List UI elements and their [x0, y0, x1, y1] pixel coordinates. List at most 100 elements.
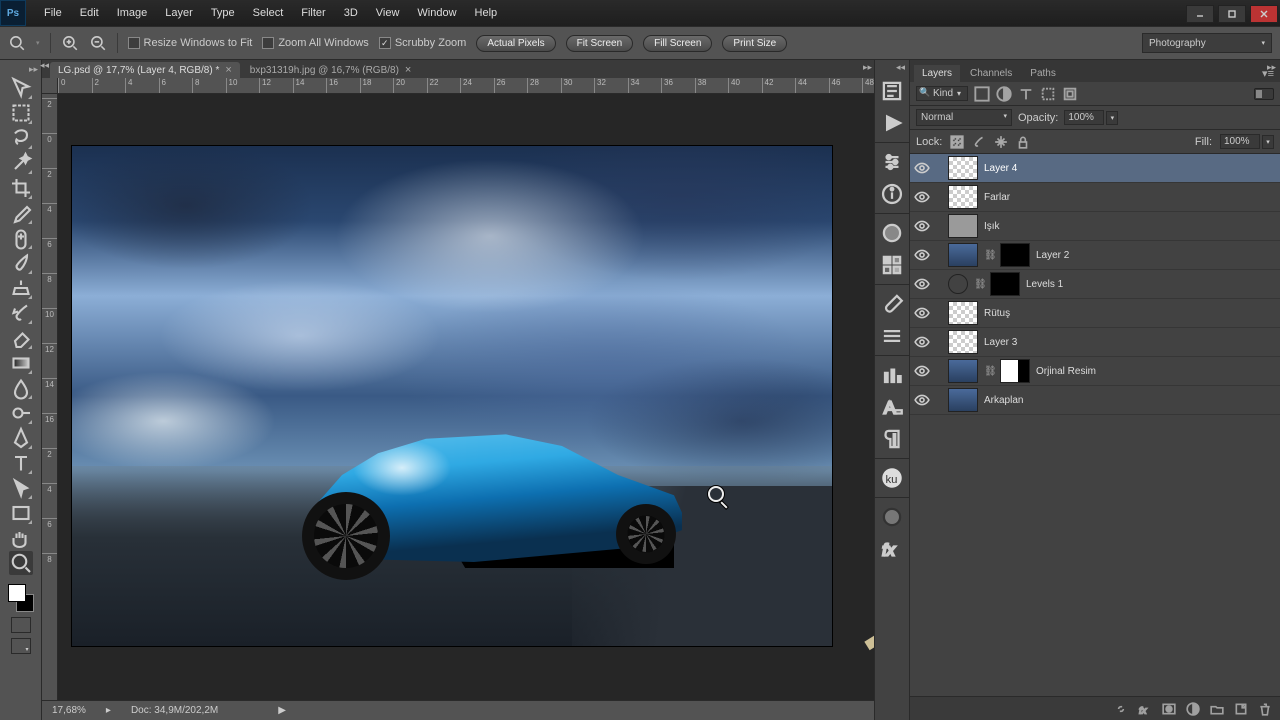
filter-adjustment-icon[interactable]: [996, 86, 1012, 102]
rectangle-tool[interactable]: [9, 501, 33, 525]
pen-tool[interactable]: [9, 426, 33, 450]
paragraph-panel-icon[interactable]: [879, 426, 905, 452]
visibility-icon[interactable]: [914, 334, 930, 350]
fill-screen-button[interactable]: Fill Screen: [643, 35, 712, 52]
document-tab[interactable]: LG.psd @ 17,7% (Layer 4, RGB/8) *×: [50, 62, 240, 78]
layer-row[interactable]: Işık: [910, 212, 1280, 241]
collapse-dock-icon[interactable]: ◂◂: [896, 62, 905, 73]
layer-thumbnail[interactable]: [948, 359, 978, 383]
lock-image-icon[interactable]: [972, 135, 986, 149]
canvas[interactable]: [58, 94, 874, 700]
layer-name[interactable]: Rütuş: [984, 308, 1010, 319]
adjustments-panel-icon[interactable]: [879, 362, 905, 388]
menu-file[interactable]: File: [36, 3, 70, 23]
menu-image[interactable]: Image: [109, 3, 156, 23]
fill-input[interactable]: 100%: [1220, 134, 1260, 149]
actual-pixels-button[interactable]: Actual Pixels: [476, 35, 555, 52]
path-selection-tool[interactable]: [9, 476, 33, 500]
visibility-icon[interactable]: [914, 160, 930, 176]
visibility-icon[interactable]: [914, 247, 930, 263]
visibility-icon[interactable]: [914, 218, 930, 234]
layer-row[interactable]: ⛓Levels 1: [910, 270, 1280, 299]
panel-tab-layers[interactable]: Layers: [914, 65, 960, 82]
crop-tool[interactable]: [9, 176, 33, 200]
layer-fx-icon[interactable]: fx: [1138, 702, 1152, 716]
document-tab[interactable]: bxp31319h.jpg @ 16,7% (RGB/8)×: [242, 62, 420, 78]
collapse-panels-icon[interactable]: ▸▸: [1267, 62, 1276, 73]
visibility-icon[interactable]: [914, 305, 930, 321]
filter-pixel-icon[interactable]: [974, 86, 990, 102]
maximize-button[interactable]: [1218, 5, 1246, 23]
layer-name[interactable]: Işık: [984, 221, 1000, 232]
filter-kind-select[interactable]: Kind: [916, 86, 968, 101]
lock-position-icon[interactable]: [994, 135, 1008, 149]
type-tool[interactable]: [9, 451, 33, 475]
actions-panel-icon[interactable]: [879, 110, 905, 136]
zoom-in-icon[interactable]: [61, 34, 79, 52]
visibility-icon[interactable]: [914, 189, 930, 205]
layer-name[interactable]: Levels 1: [1026, 279, 1063, 290]
brush-tool[interactable]: [9, 251, 33, 275]
marquee-tool[interactable]: [9, 101, 33, 125]
swatches-panel-icon[interactable]: [879, 252, 905, 278]
layer-thumbnail[interactable]: [948, 214, 978, 238]
menu-edit[interactable]: Edit: [72, 3, 107, 23]
panel-tab-channels[interactable]: Channels: [962, 65, 1020, 82]
ruler-horizontal[interactable]: 0246810121416182022242628303234363840424…: [58, 78, 874, 94]
menu-help[interactable]: Help: [467, 3, 506, 23]
expand-panels-icon[interactable]: ▸▸: [863, 62, 872, 73]
gradient-tool[interactable]: [9, 351, 33, 375]
dodge-tool[interactable]: [9, 401, 33, 425]
menu-view[interactable]: View: [368, 3, 408, 23]
screen-mode-button[interactable]: ▾: [11, 638, 31, 654]
fit-screen-button[interactable]: Fit Screen: [566, 35, 634, 52]
lasso-tool[interactable]: [9, 126, 33, 150]
workspace-switcher[interactable]: Photography▾: [1142, 33, 1272, 53]
filter-toggle[interactable]: [1254, 88, 1274, 100]
layer-name[interactable]: Farlar: [984, 192, 1010, 203]
kuler-panel-icon[interactable]: ku: [879, 465, 905, 491]
layer-row[interactable]: ⛓Orjinal Resim: [910, 357, 1280, 386]
character-panel-icon[interactable]: A: [879, 394, 905, 420]
ruler-vertical[interactable]: 202468101214162468: [42, 94, 58, 700]
layer-thumbnail[interactable]: [948, 243, 978, 267]
filter-shape-icon[interactable]: [1040, 86, 1056, 102]
fx-panel-icon[interactable]: fx: [879, 536, 905, 562]
styles-panel-icon[interactable]: [879, 504, 905, 530]
new-adjustment-icon[interactable]: [1186, 702, 1200, 716]
properties-panel-icon[interactable]: [879, 149, 905, 175]
lock-transparency-icon[interactable]: [950, 135, 964, 149]
clone-stamp-tool[interactable]: [9, 276, 33, 300]
layer-row[interactable]: Farlar: [910, 183, 1280, 212]
print-size-button[interactable]: Print Size: [722, 35, 787, 52]
resize-windows-checkbox[interactable]: Resize Windows to Fit: [128, 37, 253, 49]
layer-row[interactable]: Arkaplan: [910, 386, 1280, 415]
layer-thumbnail[interactable]: [948, 330, 978, 354]
layer-row[interactable]: Rütuş: [910, 299, 1280, 328]
fill-flyout[interactable]: ▾: [1262, 135, 1274, 149]
brush-presets-panel-icon[interactable]: [879, 323, 905, 349]
color-panel-icon[interactable]: [879, 220, 905, 246]
visibility-icon[interactable]: [914, 276, 930, 292]
tab-close-icon[interactable]: ×: [225, 64, 231, 76]
filter-smart-icon[interactable]: [1062, 86, 1078, 102]
layer-mask-icon[interactable]: [1162, 702, 1176, 716]
menu-layer[interactable]: Layer: [157, 3, 201, 23]
layer-row[interactable]: Layer 4: [910, 154, 1280, 183]
color-swatches[interactable]: [6, 582, 36, 612]
layer-thumbnail[interactable]: [948, 156, 978, 180]
panel-tab-paths[interactable]: Paths: [1022, 65, 1064, 82]
layer-mask-thumbnail[interactable]: [1000, 359, 1030, 383]
brush-panel-icon[interactable]: [879, 291, 905, 317]
magic-wand-tool[interactable]: [9, 151, 33, 175]
layer-name[interactable]: Layer 2: [1036, 250, 1069, 261]
visibility-icon[interactable]: [914, 392, 930, 408]
zoom-out-icon[interactable]: [89, 34, 107, 52]
link-layers-icon[interactable]: [1114, 702, 1128, 716]
layer-thumbnail[interactable]: [948, 185, 978, 209]
layer-name[interactable]: Arkaplan: [984, 395, 1023, 406]
visibility-icon[interactable]: [914, 363, 930, 379]
opacity-flyout[interactable]: ▾: [1106, 111, 1118, 125]
layer-name[interactable]: Orjinal Resim: [1036, 366, 1096, 377]
status-arrow-icon[interactable]: ▸: [106, 705, 111, 716]
